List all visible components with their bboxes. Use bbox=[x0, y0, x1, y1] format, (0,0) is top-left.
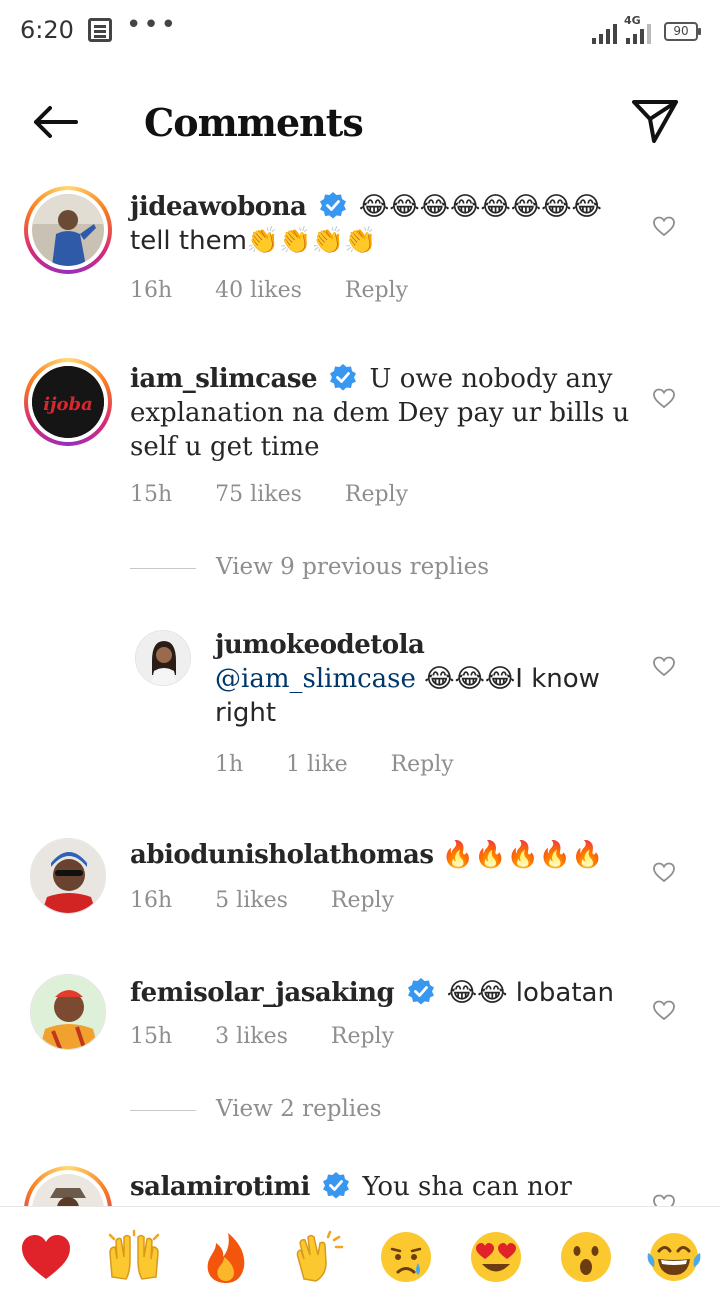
like-heart-icon[interactable] bbox=[652, 1192, 676, 1206]
avatar-story-ring[interactable] bbox=[24, 186, 112, 274]
comment-text: iam_slimcase U owe nobody any explanatio… bbox=[130, 362, 630, 464]
comment-likes[interactable]: 1 like bbox=[286, 752, 347, 777]
divider-line bbox=[130, 567, 196, 569]
comment-meta: 16h 5 likes Reply bbox=[130, 888, 430, 913]
back-arrow-icon[interactable] bbox=[28, 102, 84, 142]
mention-link[interactable]: @iam_slimcase bbox=[215, 664, 416, 694]
comment-username[interactable]: femisolar_jasaking bbox=[130, 978, 395, 1008]
comment-time: 16h bbox=[130, 888, 173, 913]
send-icon[interactable] bbox=[630, 98, 680, 144]
comment-time: 15h bbox=[130, 482, 173, 507]
like-heart-icon[interactable] bbox=[652, 386, 676, 410]
comment-text: jideawobona 😂😂😂😂😂😂😂😂 tell them👏👏👏👏 bbox=[130, 190, 630, 258]
comment-text: jumokeodetola @iam_slimcase 😂😂😂I know ri… bbox=[215, 628, 635, 730]
comment-meta: 16h 40 likes Reply bbox=[130, 278, 444, 303]
avatar-label: ijoba bbox=[43, 394, 93, 415]
avatar[interactable] bbox=[30, 974, 106, 1050]
comment-body: You sha can nor bbox=[362, 1172, 572, 1202]
crying-face-emoji-icon[interactable] bbox=[378, 1229, 434, 1285]
reply-button[interactable]: Reply bbox=[345, 278, 408, 303]
reply-button[interactable]: Reply bbox=[391, 752, 454, 777]
news-icon bbox=[88, 18, 112, 42]
heart-emoji-icon[interactable] bbox=[18, 1229, 74, 1285]
comment-body: 🔥🔥🔥🔥🔥 bbox=[441, 840, 604, 870]
comment-body: 😂😂 lobatan bbox=[446, 978, 614, 1008]
verified-badge-icon bbox=[319, 192, 346, 219]
reply-button[interactable]: Reply bbox=[331, 888, 394, 913]
comment-likes[interactable]: 5 likes bbox=[215, 888, 288, 913]
comment-text: abiodunisholathomas 🔥🔥🔥🔥🔥 bbox=[130, 838, 630, 872]
divider-line bbox=[130, 1109, 196, 1111]
comment-likes[interactable]: 75 likes bbox=[215, 482, 302, 507]
reply-button[interactable]: Reply bbox=[331, 1024, 394, 1049]
like-heart-icon[interactable] bbox=[652, 214, 676, 238]
fire-emoji-icon[interactable] bbox=[198, 1229, 254, 1285]
page-title: Comments bbox=[144, 100, 364, 145]
comment-meta: 1h 1 like Reply bbox=[215, 752, 490, 777]
verified-badge-icon bbox=[407, 978, 434, 1005]
view-previous-replies[interactable]: View 9 previous replies bbox=[130, 554, 489, 580]
avatar-story-ring[interactable]: ijoba bbox=[24, 358, 112, 446]
verified-badge-icon bbox=[323, 1172, 350, 1199]
comment-text: salamirotimi You sha can nor bbox=[130, 1170, 630, 1204]
comment-username[interactable]: abiodunisholathomas bbox=[130, 840, 434, 870]
comment-time: 1h bbox=[215, 752, 244, 777]
comment-meta: 15h 75 likes Reply bbox=[130, 482, 444, 507]
reply-button[interactable]: Reply bbox=[345, 482, 408, 507]
avatar bbox=[32, 194, 104, 266]
avatar[interactable] bbox=[135, 630, 191, 686]
comment-text: femisolar_jasaking 😂😂 lobatan bbox=[130, 976, 630, 1010]
avatar bbox=[32, 1174, 104, 1206]
comment-username[interactable]: jumokeodetola bbox=[215, 630, 425, 660]
avatar-story-ring[interactable] bbox=[24, 1166, 112, 1206]
quick-reaction-bar bbox=[0, 1206, 720, 1302]
comment-meta: 15h 3 likes Reply bbox=[130, 1024, 430, 1049]
like-heart-icon[interactable] bbox=[652, 654, 676, 678]
clapping-hands-emoji-icon[interactable] bbox=[290, 1229, 346, 1285]
comments-header: Comments bbox=[0, 64, 720, 184]
comments-list[interactable]: jideawobona 😂😂😂😂😂😂😂😂 tell them👏👏👏👏 16h 4… bbox=[0, 184, 720, 1206]
comment-username[interactable]: salamirotimi bbox=[130, 1172, 310, 1202]
surprised-face-emoji-icon[interactable] bbox=[558, 1229, 614, 1285]
like-heart-icon[interactable] bbox=[652, 998, 676, 1022]
comment-username[interactable]: iam_slimcase bbox=[130, 364, 318, 394]
battery-icon: 90 bbox=[664, 22, 701, 41]
comment-username[interactable]: jideawobona bbox=[130, 192, 307, 222]
avatar: ijoba bbox=[32, 366, 104, 438]
view-replies-label: View 2 replies bbox=[216, 1096, 382, 1122]
more-dots-icon: ••• bbox=[126, 10, 179, 40]
status-bar: 6:20 ••• 4G 90 bbox=[0, 0, 720, 64]
verified-badge-icon bbox=[330, 364, 357, 391]
view-replies[interactable]: View 2 replies bbox=[130, 1096, 382, 1122]
avatar[interactable] bbox=[30, 838, 106, 914]
tears-of-joy-emoji-icon[interactable] bbox=[646, 1229, 702, 1285]
comment-likes[interactable]: 3 likes bbox=[215, 1024, 288, 1049]
raising-hands-emoji-icon[interactable] bbox=[106, 1229, 162, 1285]
like-heart-icon[interactable] bbox=[652, 860, 676, 884]
comment-time: 16h bbox=[130, 278, 173, 303]
heart-eyes-emoji-icon[interactable] bbox=[468, 1229, 524, 1285]
view-previous-replies-label: View 9 previous replies bbox=[216, 554, 490, 580]
comment-time: 15h bbox=[130, 1024, 173, 1049]
comment-likes[interactable]: 40 likes bbox=[215, 278, 302, 303]
status-time: 6:20 bbox=[20, 16, 74, 44]
